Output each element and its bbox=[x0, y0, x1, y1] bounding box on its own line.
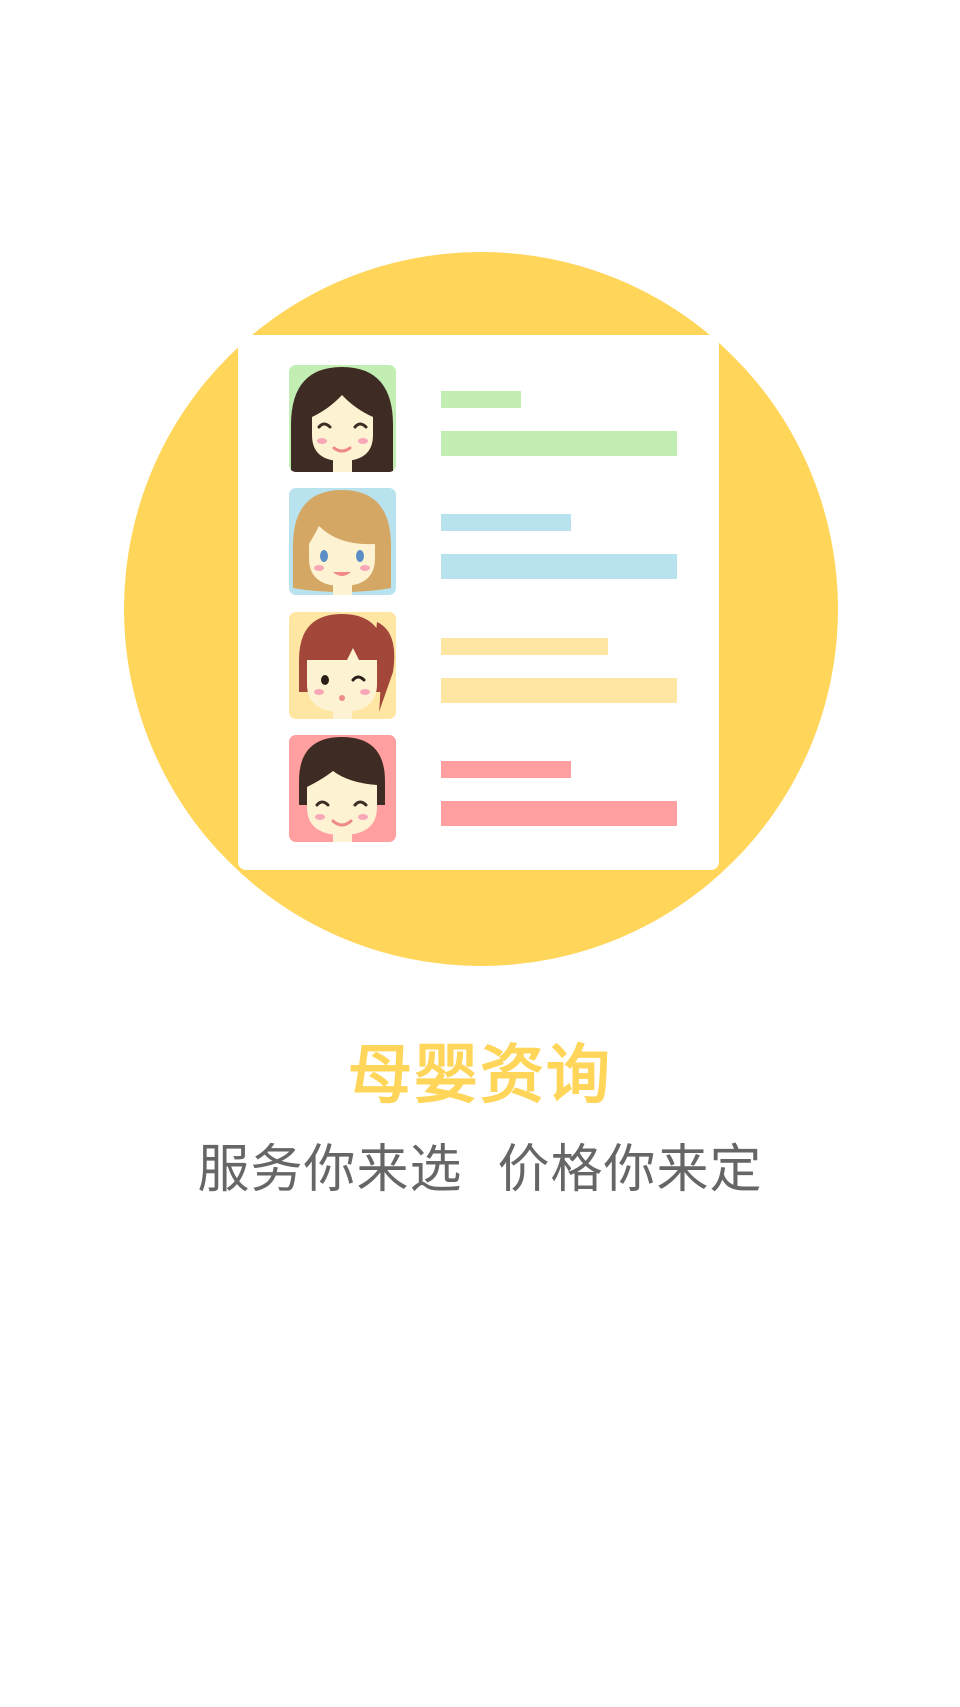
list-item-short-bar bbox=[441, 391, 521, 408]
page-title: 母婴资询 bbox=[348, 1039, 612, 1113]
illustration-list-card bbox=[238, 335, 719, 870]
list-item bbox=[238, 735, 719, 843]
girl-blonde-hair-avatar-icon bbox=[289, 488, 396, 595]
list-item bbox=[238, 612, 719, 720]
list-item-long-bar bbox=[441, 801, 677, 826]
list-item-short-bar bbox=[441, 514, 571, 531]
girl-black-hair-avatar-icon bbox=[289, 365, 396, 472]
list-item-long-bar bbox=[441, 554, 677, 579]
list-item bbox=[238, 365, 719, 473]
list-item-short-bar bbox=[441, 638, 608, 655]
list-item bbox=[238, 488, 719, 596]
boy-dark-hair-avatar-icon bbox=[289, 735, 396, 842]
list-item-long-bar bbox=[441, 431, 677, 456]
page-subtitle: 服务你来选 价格你来定 bbox=[197, 1140, 763, 1200]
girl-red-ponytail-avatar-icon bbox=[289, 612, 396, 719]
list-item-short-bar bbox=[441, 761, 571, 778]
list-item-long-bar bbox=[441, 678, 677, 703]
